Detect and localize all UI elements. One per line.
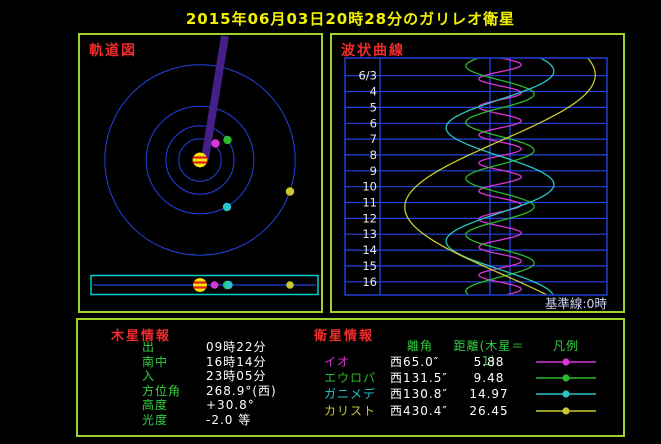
satellite-name: ガニメデ [324, 387, 377, 402]
orbit-moon-dot-カリスト [285, 187, 295, 196]
date-tick-label: 16 [362, 275, 377, 289]
date-tick-label: 13 [362, 227, 377, 241]
wave-curve-ガニメデ [445, 58, 555, 295]
legend-dot [562, 407, 570, 415]
wave-curve-カリスト [404, 58, 596, 295]
jupiter-disk [193, 278, 207, 292]
satellite-legend-swatch [528, 370, 604, 386]
legend-line-icon [536, 374, 596, 382]
wave-panel-label: 波状曲線 [341, 43, 405, 59]
bar-moon-dot-イオ [210, 281, 219, 289]
wave-panel: 6/3 4 5 6 7 8 9 10 11 12 13 14 15 16 基準線:0時 波状曲線 [330, 33, 625, 313]
satellite-legend-swatch [528, 354, 604, 370]
date-tick-label: 8 [370, 148, 377, 162]
col-header-elongation: 離角 [406, 339, 433, 353]
jupiter-row-label: 光度 [142, 412, 169, 427]
legend-dot [562, 358, 570, 366]
date-tick-label: 4 [370, 85, 377, 99]
orbit-moon-dot-エウロパ [223, 135, 232, 145]
date-tick-label: 6 [370, 116, 377, 130]
app-window: 2015年06月03日20時28分のガリレオ衛星 軌道図 6/3 4 5 6 7 8 9 10… [0, 0, 661, 444]
jupiter-row-value: 268.9°(西) [206, 383, 277, 398]
satellite-distance: 14.97 [469, 387, 509, 402]
legend-dot [562, 374, 570, 382]
legend-line-icon [536, 390, 596, 399]
page-title: 2015年06月03日20時28分のガリレオ衛星 [185, 10, 516, 28]
orbit-panel-label: 軌道図 [89, 43, 137, 59]
satellite-name: イオ [324, 355, 351, 369]
legend-line-icon [536, 407, 596, 415]
date-tick-label: 7 [370, 132, 377, 146]
jupiter-info-table: 出 09時22分南中 16時14分入 23時05分方位角 268.9°(西) 高度 +30.… [142, 340, 324, 428]
jupiter-glyph [193, 278, 207, 292]
satellite-name: カリスト [324, 403, 377, 418]
jupiter-row-value: -2.0 等 [206, 412, 252, 427]
date-tick-label: 11 [362, 196, 377, 210]
satellite-elongation: 西131.5″ [390, 371, 448, 386]
orbit-diagram [90, 35, 319, 296]
wave-curves [404, 58, 596, 295]
date-tick-label: 15 [362, 259, 377, 273]
col-header-spacer [324, 339, 390, 354]
date-tick-label: 5 [370, 100, 377, 114]
satellite-elongation: 西130.8″ [390, 387, 448, 402]
date-tick-label: 9 [370, 164, 377, 178]
wave-curve-イオ [478, 58, 522, 295]
jupiter-row-value: +30.8° [206, 398, 255, 413]
satellite-elongation: 西430.4″ [390, 403, 448, 418]
jupiter-disk [192, 152, 208, 168]
satellite-info-table: 離角 距離(木星＝1) 凡例イオ 西65.0″ 5.88 エウロパ 西131.5″ 9.48 ガ… [324, 339, 604, 419]
jupiter-row-label: 高度 [142, 398, 169, 413]
jupiter-row-label: 方位角 [142, 383, 182, 398]
orbit-moon-dot-ガニメデ [222, 202, 232, 212]
jupiter-row-value: 16時14分 [206, 354, 267, 369]
date-tick-label: 6/3 [358, 69, 377, 83]
jupiter-row-label: 入 [142, 369, 156, 384]
date-tick-label: 12 [362, 211, 377, 225]
col-header-distance: 距離(木星＝1) [453, 339, 525, 368]
date-tick-label: 10 [362, 180, 377, 194]
satellite-legend-swatch [528, 403, 604, 419]
wave-curve-エウロパ [465, 58, 535, 295]
wave-chart: 6/3 45 6 7 8 9 10 1112 13 14 15 16 基準線:0時 [344, 57, 608, 311]
col-header-legend: 凡例 [552, 339, 579, 353]
satellite-elongation: 西65.0″ [390, 355, 440, 369]
orbit-panel: 軌道図 [78, 33, 323, 313]
satellite-distance: 26.45 [469, 403, 509, 418]
bar-moon-dot-ガニメデ [224, 280, 233, 290]
legend-line-icon [536, 358, 596, 366]
date-tick-label: 14 [362, 243, 377, 257]
jupiter-row-label: 南中 [142, 354, 169, 369]
jupiter-row-label: 出 [142, 340, 156, 354]
satellite-distance: 9.48 [473, 371, 505, 386]
baseline-note: 基準線:0時 [545, 296, 608, 311]
satellite-legend-swatch [528, 386, 604, 402]
jupiter-glyph [192, 152, 208, 168]
satellite-distance: 5.88 [473, 355, 505, 369]
bar-moon-dot-カリスト [286, 281, 294, 289]
legend-dot [562, 390, 570, 399]
jupiter-row-value: 23時05分 [206, 369, 267, 384]
orbit-moon-dot-イオ [211, 139, 220, 148]
info-panel: 木星情報 出 09時22分 南中 16時14分入 23時05分 方位角 268.9°(西) 高… [76, 318, 625, 437]
wave-frame [344, 57, 608, 296]
jupiter-row-value: 09時22分 [206, 340, 267, 354]
satellite-name: エウロパ [324, 371, 377, 386]
